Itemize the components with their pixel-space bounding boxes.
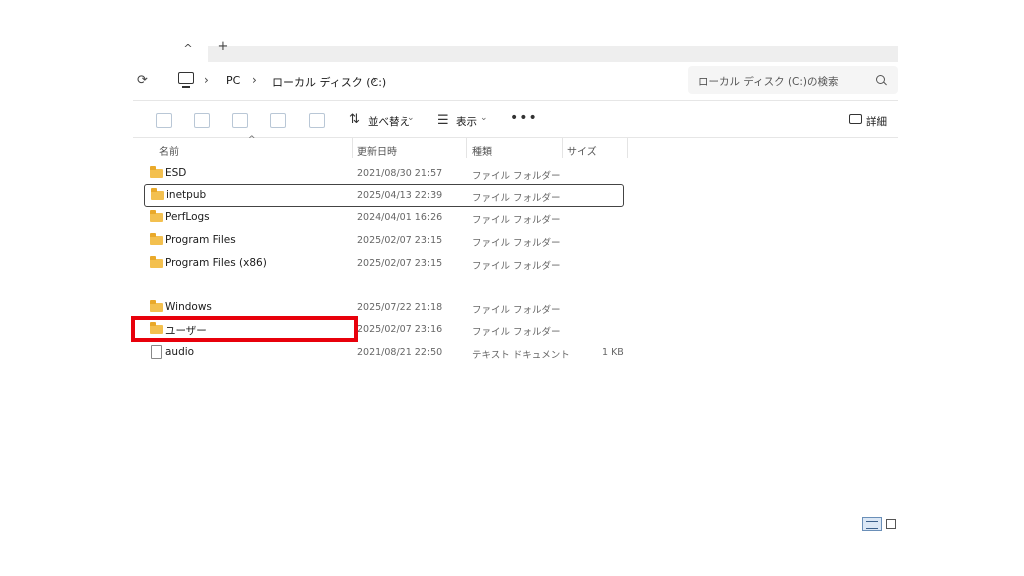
copy-icon[interactable]: [156, 113, 172, 128]
file-name: Program Files (x86): [165, 257, 267, 269]
file-name: ESD: [165, 167, 187, 179]
file-type: ファイル フォルダー: [472, 215, 561, 226]
computer-icon[interactable]: [178, 72, 194, 84]
breadcrumb-chevron-icon[interactable]: ›: [204, 73, 209, 87]
column-divider[interactable]: [562, 138, 563, 158]
file-date: 2025/02/07 23:16: [357, 324, 443, 335]
file-name: Program Files: [165, 234, 236, 246]
chevron-down-icon[interactable]: ⌄: [407, 113, 415, 123]
close-tab-icon[interactable]: ^: [181, 42, 195, 56]
folder-icon: [151, 188, 164, 200]
file-size: 1 KB: [602, 347, 624, 358]
file-date: 2024/04/01 16:26: [357, 212, 443, 223]
file-name: inetpub: [166, 189, 207, 201]
share-icon[interactable]: [270, 113, 286, 128]
column-header-size[interactable]: サイズ: [567, 143, 597, 158]
column-header-type[interactable]: 種類: [472, 143, 492, 158]
search-placeholder: ローカル ディスク (C:)の検索: [698, 76, 839, 88]
folder-icon: [150, 210, 163, 222]
tab-active[interactable]: [133, 46, 208, 62]
file-date: 2025/02/07 23:15: [357, 235, 443, 246]
file-type: ファイル フォルダー: [472, 171, 561, 182]
file-date: 2021/08/30 21:57: [357, 168, 443, 179]
breadcrumb-pc[interactable]: PC: [226, 74, 240, 87]
view-icon[interactable]: ☰: [437, 113, 449, 128]
sort-ascending-icon: ^: [248, 135, 256, 145]
column-divider[interactable]: [466, 138, 467, 158]
file-type: ファイル フォルダー: [472, 327, 561, 338]
sort-icon[interactable]: ⇅: [349, 112, 360, 127]
breadcrumb-local-disk[interactable]: ローカル ディスク (C:): [272, 74, 386, 90]
file-row[interactable]: ESD 2021/08/30 21:57 ファイル フォルダー: [140, 163, 624, 184]
file-type: ファイル フォルダー: [472, 238, 561, 249]
details-view-icon-lines: [866, 521, 878, 529]
file-type: テキスト ドキュメント: [472, 350, 570, 361]
file-date: 2025/07/22 21:18: [357, 302, 443, 313]
details-pane-icon[interactable]: [849, 114, 862, 124]
folder-icon: [150, 233, 163, 245]
breadcrumb-chevron-icon[interactable]: ›: [372, 73, 377, 87]
file-row[interactable]: Program Files (x86) 2025/02/07 23:15 ファイ…: [140, 253, 624, 274]
folder-icon: [150, 256, 163, 268]
refresh-icon[interactable]: ⟳: [137, 73, 148, 88]
paste-icon[interactable]: [194, 113, 210, 128]
details-button[interactable]: 詳細: [866, 114, 887, 129]
folder-icon: [150, 166, 163, 178]
column-divider[interactable]: [627, 138, 628, 158]
delete-icon[interactable]: [309, 113, 325, 128]
file-name: Windows: [165, 301, 212, 313]
file-row-selected[interactable]: inetpub 2025/04/13 22:39 ファイル フォルダー: [144, 184, 624, 207]
file-row[interactable]: Windows 2025/07/22 21:18 ファイル フォルダー: [140, 297, 624, 318]
file-type: ファイル フォルダー: [472, 305, 561, 316]
file-name: PerfLogs: [165, 211, 210, 223]
column-divider[interactable]: [352, 138, 353, 158]
large-icons-view-icon[interactable]: [886, 519, 896, 529]
rename-icon[interactable]: [232, 113, 248, 128]
file-date: 2025/04/13 22:39: [357, 190, 443, 201]
new-tab-icon[interactable]: +: [216, 40, 230, 54]
file-date: 2021/08/21 22:50: [357, 347, 443, 358]
file-type: ファイル フォルダー: [472, 261, 561, 272]
file-row[interactable]: Program Files 2025/02/07 23:15 ファイル フォルダ…: [140, 230, 624, 251]
breadcrumb-chevron-icon[interactable]: ›: [252, 73, 257, 87]
computer-icon-stand: [182, 86, 190, 88]
text-document-icon: [151, 345, 162, 359]
file-date: 2025/02/07 23:15: [357, 258, 443, 269]
chevron-down-icon[interactable]: ⌄: [480, 113, 488, 123]
highlight-box: [131, 316, 358, 342]
column-header-name[interactable]: 名前: [159, 143, 179, 158]
view-button[interactable]: 表示: [456, 114, 477, 129]
folder-icon: [150, 300, 163, 312]
file-name: audio: [165, 346, 195, 358]
sort-button[interactable]: 並べ替え: [368, 114, 410, 129]
column-header-date[interactable]: 更新日時: [357, 143, 397, 158]
more-options-icon[interactable]: •••: [510, 110, 538, 126]
tab-strip: [133, 46, 898, 62]
file-row[interactable]: PerfLogs 2024/04/01 16:26 ファイル フォルダー: [140, 207, 624, 228]
file-row[interactable]: audio 2021/08/21 22:50 テキスト ドキュメント 1 KB: [140, 342, 624, 363]
file-type: ファイル フォルダー: [472, 193, 561, 204]
